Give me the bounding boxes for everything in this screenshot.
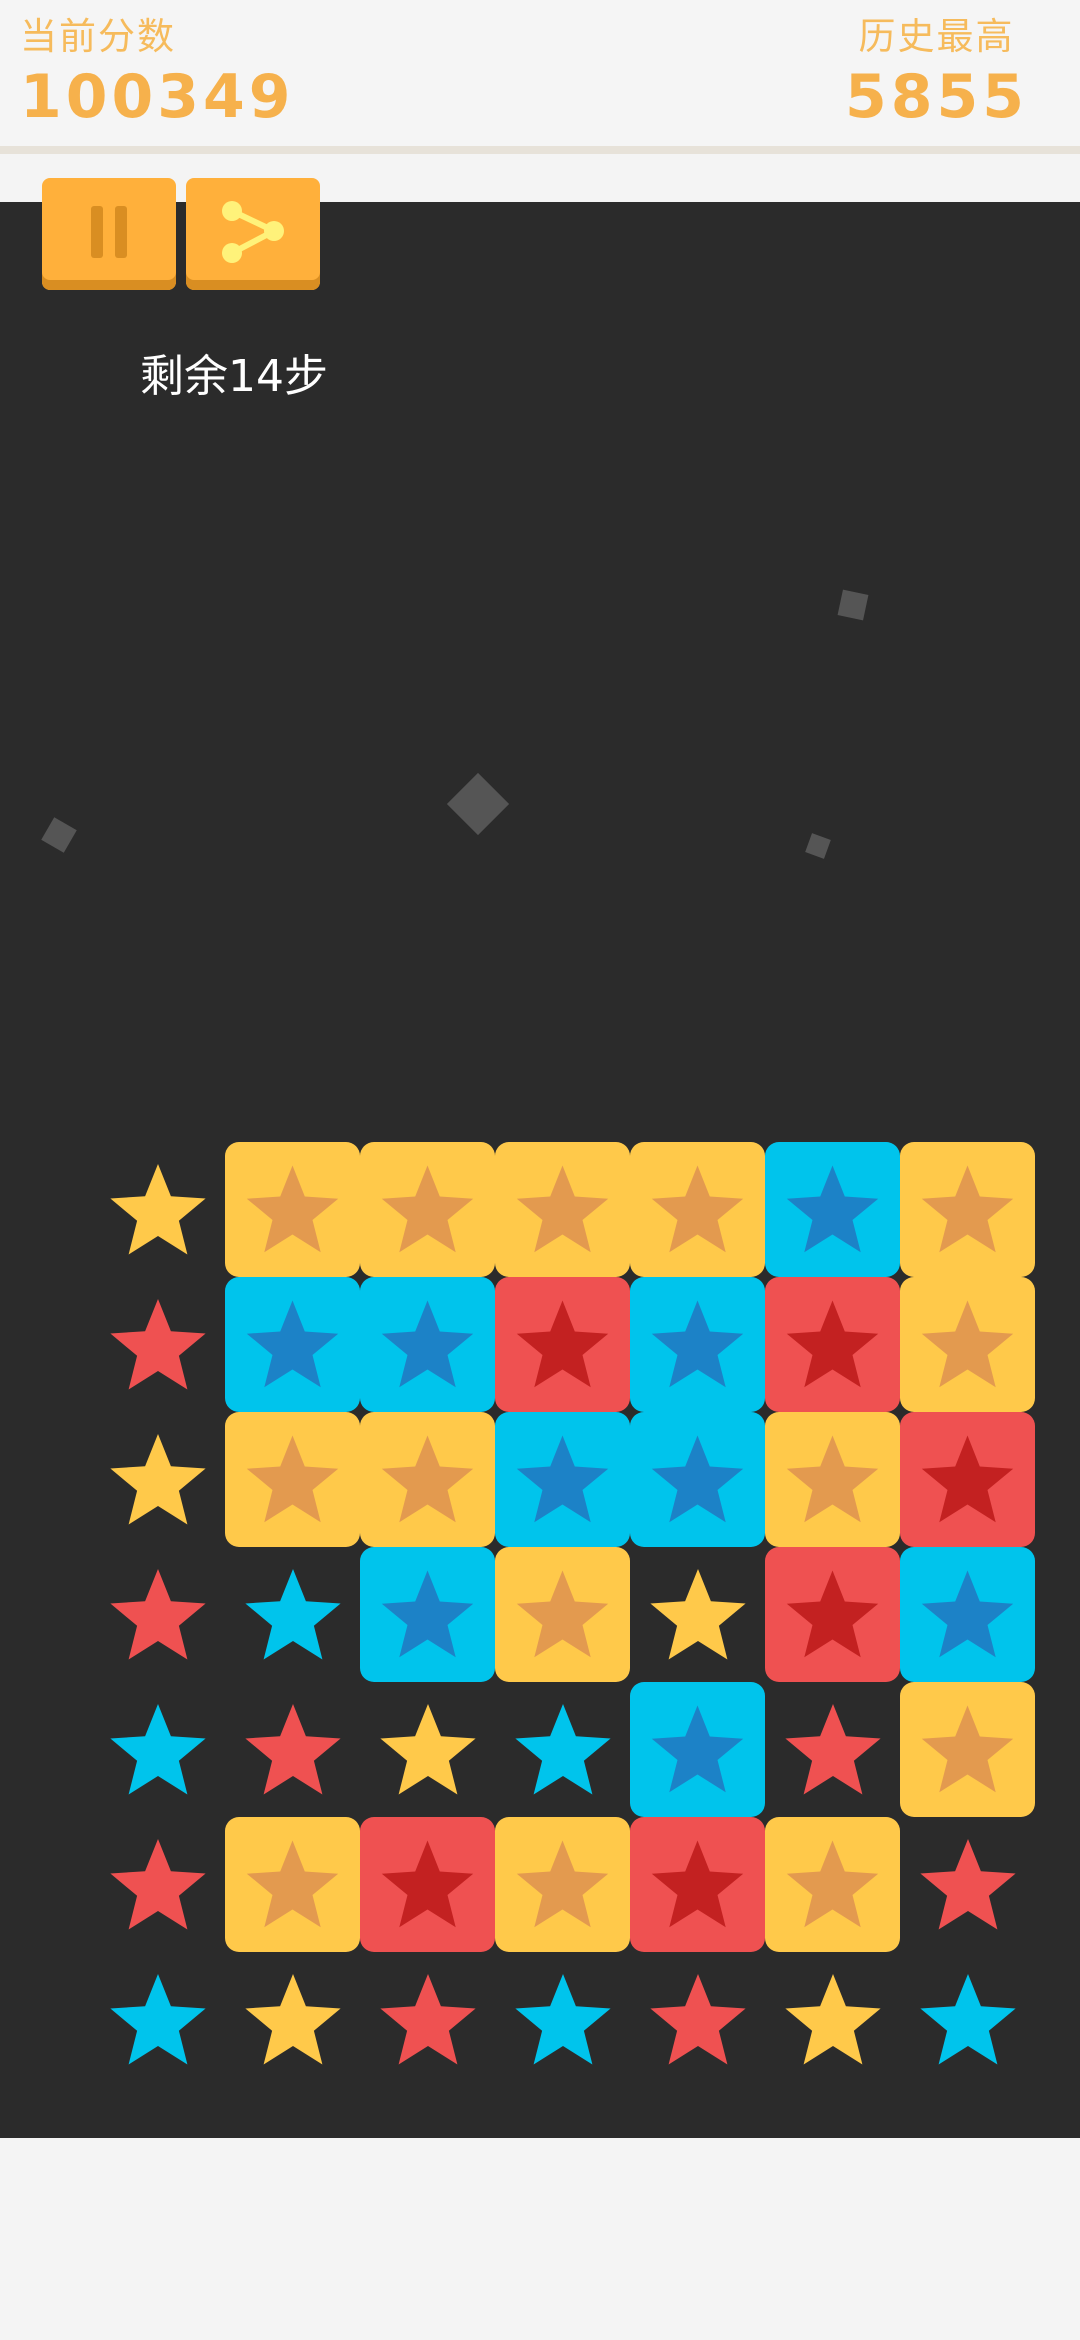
tile-cyan[interactable] (360, 1277, 495, 1412)
score-header: 当前分数 100349 历史最高 5855 (0, 0, 1080, 148)
tile-cyan[interactable] (630, 1682, 765, 1817)
star-yellow-icon[interactable] (103, 1425, 213, 1535)
star-icon (246, 1435, 339, 1523)
star-icon (786, 1840, 879, 1928)
star-icon (921, 1300, 1014, 1388)
star-cyan-icon[interactable] (103, 1965, 213, 2075)
star-icon (516, 1840, 609, 1928)
tile-cyan[interactable] (765, 1142, 900, 1277)
star-cyan-icon[interactable] (238, 1560, 348, 1670)
best-score-label: 历史最高 (858, 15, 1015, 58)
star-cyan-icon[interactable] (913, 1965, 1023, 2075)
pause-icon (87, 202, 131, 266)
star-yellow-icon[interactable] (373, 1695, 483, 1805)
tile-cyan[interactable] (360, 1547, 495, 1682)
remaining-steps: 剩余14步 (140, 351, 328, 402)
star-icon (381, 1300, 474, 1388)
star-icon (516, 1165, 609, 1253)
tile-cyan[interactable] (495, 1412, 630, 1547)
current-score-value: 100349 (20, 62, 295, 132)
star-icon (246, 1165, 339, 1253)
header-divider (0, 146, 1080, 154)
debris-square (837, 589, 869, 621)
tile-yellow[interactable] (360, 1142, 495, 1277)
tile-yellow[interactable] (495, 1142, 630, 1277)
tile-yellow[interactable] (900, 1277, 1035, 1412)
star-icon (516, 1570, 609, 1658)
tile-cyan[interactable] (630, 1412, 765, 1547)
current-score-block: 当前分数 100349 (20, 12, 295, 132)
tile-red[interactable] (630, 1817, 765, 1952)
bottom-area (0, 2138, 1080, 2340)
star-yellow-icon[interactable] (103, 1155, 213, 1265)
tile-red[interactable] (765, 1547, 900, 1682)
star-red-icon[interactable] (373, 1965, 483, 2075)
star-yellow-icon[interactable] (643, 1560, 753, 1670)
tile-yellow[interactable] (225, 1412, 360, 1547)
tile-yellow[interactable] (225, 1817, 360, 1952)
star-red-icon[interactable] (643, 1965, 753, 2075)
tile-yellow[interactable] (765, 1817, 900, 1952)
star-icon (516, 1300, 609, 1388)
tile-yellow[interactable] (900, 1682, 1035, 1817)
star-icon (651, 1705, 744, 1793)
tile-cyan[interactable] (630, 1277, 765, 1412)
star-icon (381, 1840, 474, 1928)
share-icon (218, 197, 288, 271)
star-icon (651, 1435, 744, 1523)
tile-yellow[interactable] (765, 1412, 900, 1547)
star-cyan-icon[interactable] (508, 1695, 618, 1805)
pause-button[interactable] (42, 178, 176, 290)
star-cyan-icon[interactable] (103, 1695, 213, 1805)
star-red-icon[interactable] (913, 1830, 1023, 1940)
star-icon (381, 1435, 474, 1523)
share-button[interactable] (186, 178, 320, 290)
star-icon (921, 1705, 1014, 1793)
tile-yellow[interactable] (225, 1142, 360, 1277)
best-score-value: 5855 (845, 62, 1028, 132)
star-icon (651, 1300, 744, 1388)
star-icon (381, 1165, 474, 1253)
tile-yellow[interactable] (630, 1142, 765, 1277)
star-icon (786, 1435, 879, 1523)
star-red-icon[interactable] (238, 1695, 348, 1805)
tile-cyan[interactable] (225, 1277, 360, 1412)
star-red-icon[interactable] (778, 1695, 888, 1805)
star-icon (246, 1300, 339, 1388)
tile-yellow[interactable] (360, 1412, 495, 1547)
tile-red[interactable] (360, 1817, 495, 1952)
star-yellow-icon[interactable] (238, 1965, 348, 2075)
tile-yellow[interactable] (900, 1142, 1035, 1277)
star-icon (246, 1840, 339, 1928)
current-score-label: 当前分数 (20, 15, 176, 58)
star-icon (381, 1570, 474, 1658)
tile-red[interactable] (765, 1277, 900, 1412)
tile-yellow[interactable] (495, 1547, 630, 1682)
best-score-block: 历史最高 5855 (845, 12, 1028, 132)
star-yellow-icon[interactable] (778, 1965, 888, 2075)
tile-red[interactable] (900, 1412, 1035, 1547)
tile-yellow[interactable] (495, 1817, 630, 1952)
star-icon (651, 1165, 744, 1253)
star-icon (651, 1840, 744, 1928)
star-red-icon[interactable] (103, 1560, 213, 1670)
star-icon (921, 1165, 1014, 1253)
tile-cyan[interactable] (900, 1547, 1035, 1682)
star-red-icon[interactable] (103, 1830, 213, 1940)
star-icon (921, 1435, 1014, 1523)
star-icon (516, 1435, 609, 1523)
star-red-icon[interactable] (103, 1290, 213, 1400)
star-icon (921, 1570, 1014, 1658)
tile-red[interactable] (495, 1277, 630, 1412)
star-cyan-icon[interactable] (508, 1965, 618, 2075)
star-icon (786, 1300, 879, 1388)
star-icon (786, 1165, 879, 1253)
star-icon (786, 1570, 879, 1658)
